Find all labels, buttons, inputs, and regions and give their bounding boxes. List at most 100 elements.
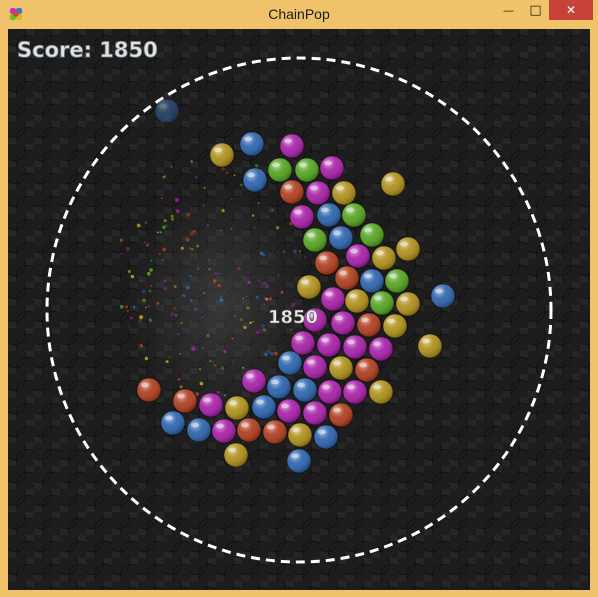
bubble-red[interactable] bbox=[354, 357, 380, 383]
particle bbox=[120, 252, 123, 255]
game-area[interactable]: 1850 Score: 1850 bbox=[8, 29, 590, 590]
bubble-yellow[interactable] bbox=[328, 355, 354, 381]
bubble-blue[interactable] bbox=[154, 98, 180, 124]
bubble-blue[interactable] bbox=[242, 167, 268, 193]
particle bbox=[144, 241, 146, 244]
bubble-green[interactable] bbox=[294, 157, 320, 183]
bubble-green[interactable] bbox=[267, 157, 293, 183]
particle bbox=[132, 306, 136, 309]
bubble-purple[interactable] bbox=[302, 354, 328, 380]
particle bbox=[275, 226, 280, 230]
bubble-yellow[interactable] bbox=[344, 288, 370, 314]
particle bbox=[125, 305, 129, 309]
bubble-red[interactable] bbox=[334, 265, 360, 291]
bubble-yellow[interactable] bbox=[287, 422, 313, 448]
bubble-blue[interactable] bbox=[239, 131, 265, 157]
bubble-blue[interactable] bbox=[286, 448, 312, 474]
bubble-purple[interactable] bbox=[211, 418, 237, 444]
particle bbox=[259, 251, 264, 256]
bubble-purple[interactable] bbox=[198, 392, 224, 418]
particle bbox=[266, 349, 271, 354]
particle bbox=[177, 333, 180, 336]
particle bbox=[258, 279, 260, 282]
bubble-blue[interactable] bbox=[251, 394, 277, 420]
bubble-green[interactable] bbox=[384, 268, 410, 294]
particle bbox=[280, 290, 284, 294]
bubble-purple[interactable] bbox=[368, 336, 394, 362]
particle bbox=[212, 279, 217, 283]
bubble-red[interactable] bbox=[314, 250, 340, 276]
close-button[interactable]: ✕ bbox=[549, 0, 593, 20]
bubble-yellow[interactable] bbox=[331, 180, 357, 206]
bubble-blue[interactable] bbox=[292, 377, 318, 403]
particle bbox=[252, 320, 255, 323]
bubble-purple[interactable] bbox=[319, 155, 345, 181]
bubble-purple[interactable] bbox=[330, 310, 356, 336]
bubble-purple[interactable] bbox=[317, 379, 343, 405]
bubble-blue[interactable] bbox=[359, 268, 385, 294]
bubble-green[interactable] bbox=[302, 227, 328, 253]
minimize-button[interactable]: — bbox=[495, 0, 522, 20]
particle bbox=[162, 258, 165, 262]
particle bbox=[180, 246, 184, 250]
particle bbox=[185, 285, 190, 290]
bubble-red[interactable] bbox=[236, 417, 262, 443]
bubble-yellow[interactable] bbox=[368, 379, 394, 405]
bubble-red[interactable] bbox=[328, 402, 354, 428]
particle bbox=[160, 197, 163, 200]
bubble-yellow[interactable] bbox=[417, 333, 443, 359]
bubble-blue[interactable] bbox=[328, 225, 354, 251]
bubble-purple[interactable] bbox=[279, 133, 305, 159]
bubble-purple[interactable] bbox=[342, 379, 368, 405]
bubble-yellow[interactable] bbox=[380, 171, 406, 197]
bubble-red[interactable] bbox=[262, 419, 288, 445]
bubble-purple[interactable] bbox=[302, 400, 328, 426]
particle bbox=[202, 316, 205, 319]
particle bbox=[263, 281, 266, 285]
particle bbox=[199, 381, 204, 386]
particle bbox=[263, 303, 266, 306]
bubble-yellow[interactable] bbox=[395, 236, 421, 262]
bubble-blue[interactable] bbox=[316, 202, 342, 228]
bubble-red[interactable] bbox=[136, 377, 162, 403]
bubble-blue[interactable] bbox=[160, 410, 186, 436]
bubble-purple[interactable] bbox=[345, 243, 371, 269]
bubble-red[interactable] bbox=[172, 388, 198, 414]
particle bbox=[144, 221, 148, 224]
bubble-yellow[interactable] bbox=[223, 442, 249, 468]
bubble-green[interactable] bbox=[369, 290, 395, 316]
particle bbox=[271, 208, 274, 212]
bubble-purple[interactable] bbox=[342, 334, 368, 360]
bubble-yellow[interactable] bbox=[395, 291, 421, 317]
particle bbox=[150, 259, 153, 262]
maximize-button[interactable]: □ bbox=[522, 0, 549, 20]
particle bbox=[190, 232, 194, 236]
particle bbox=[264, 297, 267, 300]
maximize-icon: □ bbox=[529, 2, 542, 18]
bubble-green[interactable] bbox=[341, 202, 367, 228]
bubble-yellow[interactable] bbox=[296, 274, 322, 300]
bubble-blue[interactable] bbox=[266, 374, 292, 400]
bubble-red[interactable] bbox=[279, 179, 305, 205]
bubble-purple[interactable] bbox=[320, 286, 346, 312]
particle bbox=[203, 186, 206, 189]
bubble-purple[interactable] bbox=[305, 180, 331, 206]
particle bbox=[126, 246, 130, 251]
bubble-purple[interactable] bbox=[276, 398, 302, 424]
bubble-yellow[interactable] bbox=[209, 142, 235, 168]
bubble-blue[interactable] bbox=[430, 283, 456, 309]
bubble-purple[interactable] bbox=[316, 332, 342, 358]
particle bbox=[145, 306, 147, 309]
bubble-purple[interactable] bbox=[289, 204, 315, 230]
bubble-yellow[interactable] bbox=[224, 395, 250, 421]
bubble-yellow[interactable] bbox=[382, 313, 408, 339]
bubble-blue[interactable] bbox=[186, 417, 212, 443]
bubble-red[interactable] bbox=[356, 312, 382, 338]
bubble-green[interactable] bbox=[359, 222, 385, 248]
bubble-blue[interactable] bbox=[313, 424, 339, 450]
bubble-blue[interactable] bbox=[277, 350, 303, 376]
bubble-purple[interactable] bbox=[241, 368, 267, 394]
title-bar[interactable]: ChainPop — □ ✕ bbox=[0, 0, 598, 29]
bubble-yellow[interactable] bbox=[371, 245, 397, 271]
game-board[interactable]: 1850 Score: 1850 bbox=[8, 29, 590, 590]
